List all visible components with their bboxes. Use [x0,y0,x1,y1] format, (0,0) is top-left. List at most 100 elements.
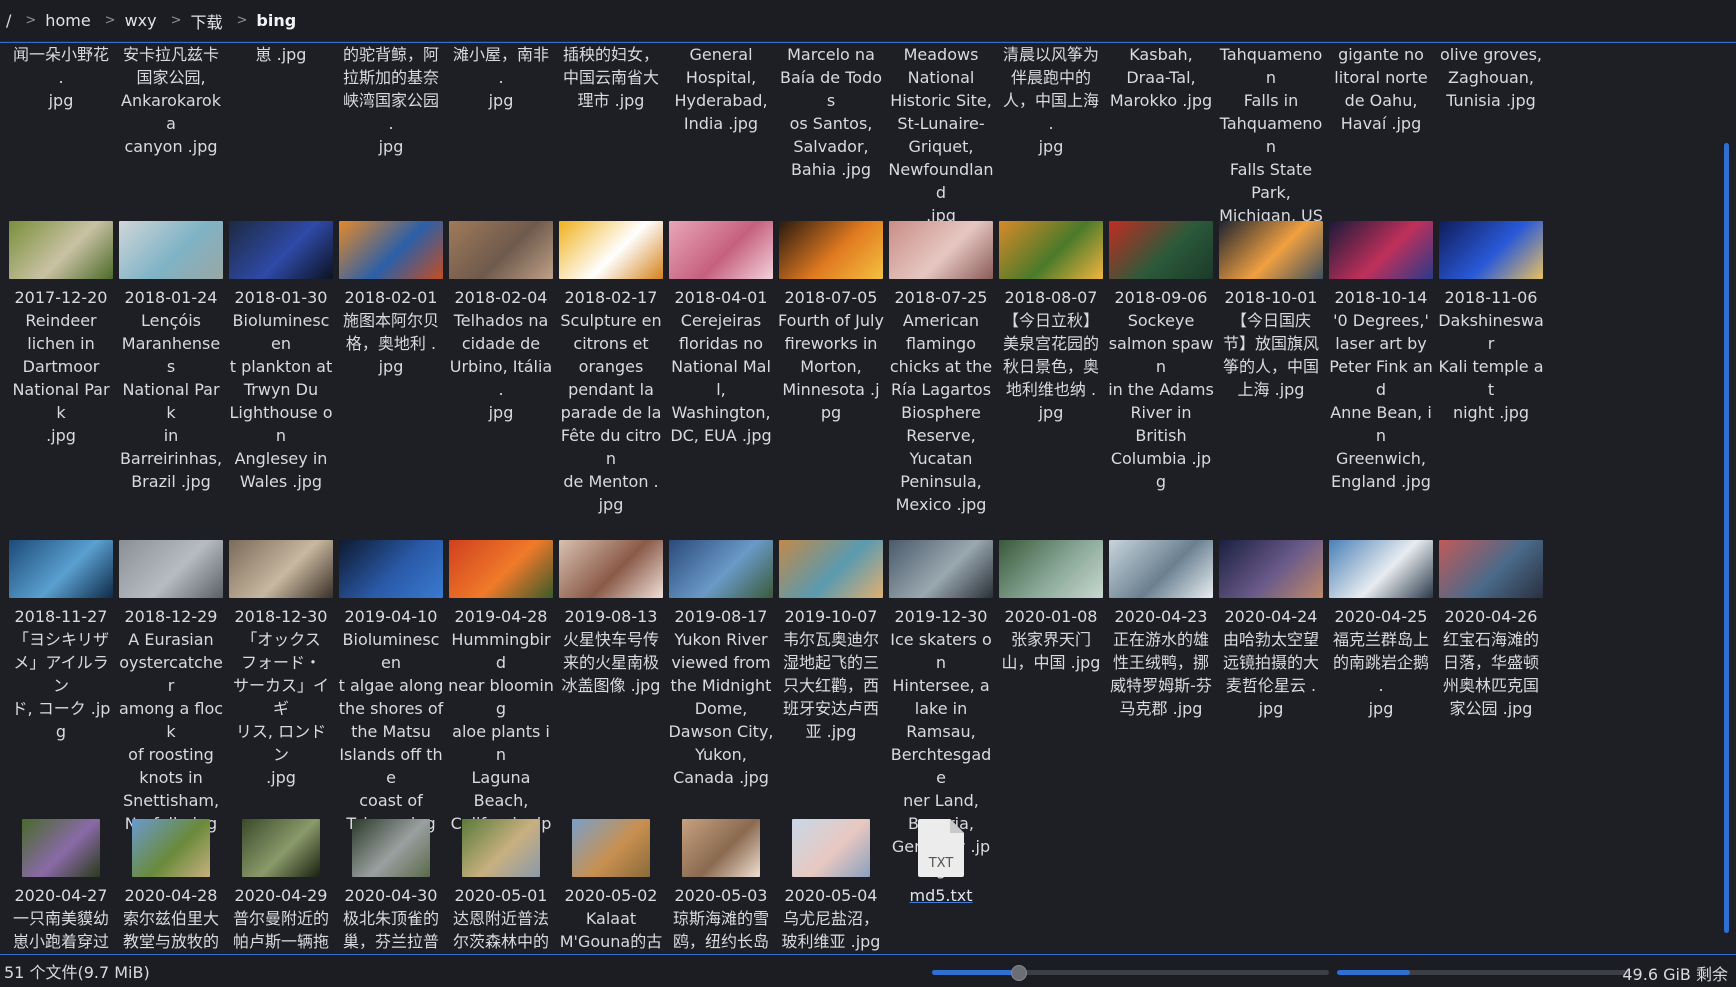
disk-usage-fill [1337,970,1410,975]
image-thumbnail [229,221,333,279]
file-tile[interactable]: 2017-12-20 Reindeer lichen in Dartmoor N… [8,203,114,447]
file-tile[interactable]: 闻一朵小野花 . jpg [8,43,114,112]
file-tile[interactable]: 2018-11-06 Dakshineswar Kali temple at n… [1438,203,1544,424]
file-name-label: 2018-09-06 Sockeye salmon spawn in the A… [1108,288,1214,491]
file-tile[interactable]: 2018-04-01 Cerejeiras floridas no Nation… [668,203,774,447]
file-name-label: 插秧的妇女， 中国云南省大 理市 .jpg [562,45,659,110]
file-tile[interactable]: Meadows National Historic Site, St-Lunai… [888,43,994,227]
image-thumbnail [9,221,113,279]
breadcrumb-item-bing[interactable]: bing [256,11,296,30]
file-name-label: 2018-10-14 '0 Degrees,' laser art by Pet… [1329,288,1433,491]
file-tile[interactable]: 2020-05-02 Kalaat M'Gouna的古 堡遗址，摩洛 [558,801,664,954]
breadcrumb-root[interactable]: / [6,11,11,30]
image-thumbnail [889,221,993,279]
file-tile[interactable]: 的驼背鲸，阿 拉斯加的基奈 峡湾国家公园 . jpg [338,43,444,158]
file-tile[interactable]: 2018-07-05 Fourth of July fireworks in M… [778,203,884,424]
file-tile[interactable]: 2019-04-10 Bioluminescen t algae along t… [338,522,444,835]
file-tile[interactable]: 2020-04-23 正在游水的雄 性王绒鸭，挪 威特罗姆斯-芬 马克郡 .jp… [1108,522,1214,720]
file-name-label: 2020-04-30 极北朱顶雀的 巢，芬兰拉普 兰 [342,886,439,951]
file-tile[interactable]: Marcelo na Baía de Todos os Santos, Salv… [778,43,884,181]
file-tile[interactable]: 2018-09-06 Sockeye salmon spawn in the A… [1108,203,1214,493]
file-name-label: 滩小屋，南非 . jpg [452,45,549,110]
file-tile[interactable]: 2020-04-29 普尔曼附近的 帕卢斯一辆拖 拉机在耕作时 [228,801,334,954]
file-tile[interactable]: 2018-02-04 Telhados na cidade de Urbino,… [448,203,554,424]
file-tile[interactable]: 2018-02-01 施图本阿尔贝 格，奥地利 . jpg [338,203,444,378]
file-name-label: 2020-05-04 乌尤尼盐沼， 玻利维亚 .jpg [781,886,881,951]
chevron-right-icon: > [104,13,116,28]
image-thumbnail [669,540,773,598]
file-name-label: 2018-12-30 「オックス フォード・ サーカス」イギ リス, ロンドン … [232,607,329,787]
txt-icon-label: TXT [928,856,954,871]
image-thumbnail [449,221,553,279]
file-tile[interactable]: 2018-07-25 American flamingo chicks at t… [888,203,994,516]
image-thumbnail [229,540,333,598]
file-name-label: 2019-08-13 火星快车号传 来的火星南极 冰盖图像 .jpg [561,607,661,695]
file-tile[interactable]: 崽 .jpg [228,43,334,66]
file-tile[interactable]: 2018-10-14 '0 Degrees,' laser art by Pet… [1328,203,1434,493]
file-tile[interactable]: gigante no litoral norte de Oahu, Havaí … [1328,43,1434,135]
image-thumbnail [559,540,663,598]
file-tile[interactable]: 2018-08-07 【今日立秋】 美泉宫花园的 秋日景色，奥 地利维也纳 . … [998,203,1104,424]
file-tile[interactable]: 2018-12-29 A Eurasian oystercatcher amon… [118,522,224,835]
image-thumbnail [1329,540,1433,598]
breadcrumb-item-downloads[interactable]: 下载 [191,9,223,33]
file-name-label: 清晨以风筝为 伴晨跑中的 人，中国上海 . jpg [1002,45,1099,156]
file-tile[interactable]: 2020-05-04 乌尤尼盐沼， 玻利维亚 .jpg [778,801,884,953]
file-tile[interactable]: 2018-11-27 「ヨシキリザ メ」アイルラン ド, コーク .jpg [8,522,114,743]
file-name-label: Kasbah, Draa-Tal, Marokko .jpg [1109,45,1213,110]
zoom-slider[interactable] [932,965,1329,981]
vertical-scrollbar[interactable] [1724,143,1729,933]
image-thumbnail [1439,540,1543,598]
zoom-slider-handle[interactable] [1011,965,1028,981]
disk-usage-bar [1337,970,1628,975]
image-thumbnail [682,819,760,877]
file-tile[interactable]: 2020-05-03 琼斯海滩的雪 鸥，纽约长岛 . jpg [668,801,774,954]
file-tile[interactable]: 2020-04-25 福克兰群岛上 的南跳岩企鹅 . jpg [1328,522,1434,720]
file-name-label: 2018-01-24 Lençóis Maranhenses National … [119,288,223,491]
file-name-label: 2018-10-01 【今日国庆 节】放国旗风 筝的人，中国 上海 .jpg [1222,288,1319,399]
image-thumbnail [999,540,1103,598]
zoom-slider-fill [932,970,1020,975]
breadcrumb-item-wxy[interactable]: wxy [125,11,157,30]
image-thumbnail [889,540,993,598]
file-name-label: gigante no litoral norte de Oahu, Havaí … [1334,45,1428,133]
file-name-label: 2020-04-27 一只南美貘幼 崽小跑着穿过 草地 .jpg [12,886,109,951]
file-tile[interactable]: 2018-12-30 「オックス フォード・ サーカス」イギ リス, ロンドン … [228,522,334,789]
file-name-label: 2020-04-29 普尔曼附近的 帕卢斯一辆拖 拉机在耕作时 [232,886,329,951]
file-tile[interactable]: 2019-08-13 火星快车号传 来的火星南极 冰盖图像 .jpg [558,522,664,697]
file-tile[interactable]: 2020-05-01 达恩附近普法 尔茨森林中的 Altdahn城堡 [448,801,554,954]
file-tile[interactable]: Kasbah, Draa-Tal, Marokko .jpg [1108,43,1214,112]
file-tile[interactable]: 2018-10-01 【今日国庆 节】放国旗风 筝的人，中国 上海 .jpg [1218,203,1324,401]
file-tile[interactable]: olive groves, Zaghouan, Tunisia .jpg [1438,43,1544,112]
breadcrumb: / > home > wxy > 下载 > bing [0,0,1736,42]
file-tile[interactable]: 插秧的妇女， 中国云南省大 理市 .jpg [558,43,664,112]
image-thumbnail [572,819,650,877]
file-tile[interactable]: 2020-01-08 张家界天门 山，中国 .jpg [998,522,1104,674]
file-tile[interactable]: 滩小屋，南非 . jpg [448,43,554,112]
image-thumbnail [1109,540,1213,598]
image-thumbnail [1329,221,1433,279]
breadcrumb-item-home[interactable]: home [45,11,90,30]
file-tile[interactable]: 2019-08-17 Yukon River viewed from the M… [668,522,774,789]
file-tile[interactable]: 2018-02-17 Sculpture en citrons et orang… [558,203,664,516]
file-tile[interactable]: 安卡拉凡兹卡 国家公园, Ankarokaroka canyon .jpg [118,43,224,158]
file-name-label: 2020-04-25 福克兰群岛上 的南跳岩企鹅 . jpg [1332,607,1429,718]
chevron-right-icon: > [170,13,182,28]
file-tile[interactable]: 2020-04-30 极北朱顶雀的 巢，芬兰拉普 兰 [338,801,444,954]
file-tile[interactable]: 2020-04-28 索尔兹伯里大 教堂与放牧的 羊群，英格兰 [118,801,224,954]
file-tile[interactable]: 2019-10-07 韦尔瓦奥迪尔 湿地起飞的三 只大红鹳，西 班牙安达卢西 亚… [778,522,884,743]
file-tile[interactable]: 2020-04-27 一只南美貘幼 崽小跑着穿过 草地 .jpg [8,801,114,954]
file-tile[interactable]: 2020-04-24 由哈勃太空望 远镜拍摄的大 麦哲伦星云 . jpg [1218,522,1324,720]
file-tile[interactable]: 2018-01-30 Bioluminescen t plankton at T… [228,203,334,493]
file-tile[interactable]: 2020-04-26 红宝石海滩的 日落，华盛顿 州奥林匹克国 家公园 .jpg [1438,522,1544,720]
file-name-label: 崽 .jpg [255,45,307,64]
file-tile[interactable]: 2018-01-24 Lençóis Maranhenses National … [118,203,224,493]
txt-file-icon: TXT [918,819,964,877]
file-grid[interactable]: 闻一朵小野花 . jpg 安卡拉凡兹卡 国家公园, Ankarokaroka ca… [0,42,1736,955]
file-tile-txt[interactable]: TXT md5.txt [888,801,994,907]
image-thumbnail [999,221,1103,279]
file-tile[interactable]: General Hospital, Hyderabad, India .jpg [668,43,774,135]
image-thumbnail [9,540,113,598]
file-tile[interactable]: 清晨以风筝为 伴晨跑中的 人，中国上海 . jpg [998,43,1104,158]
image-thumbnail [449,540,553,598]
